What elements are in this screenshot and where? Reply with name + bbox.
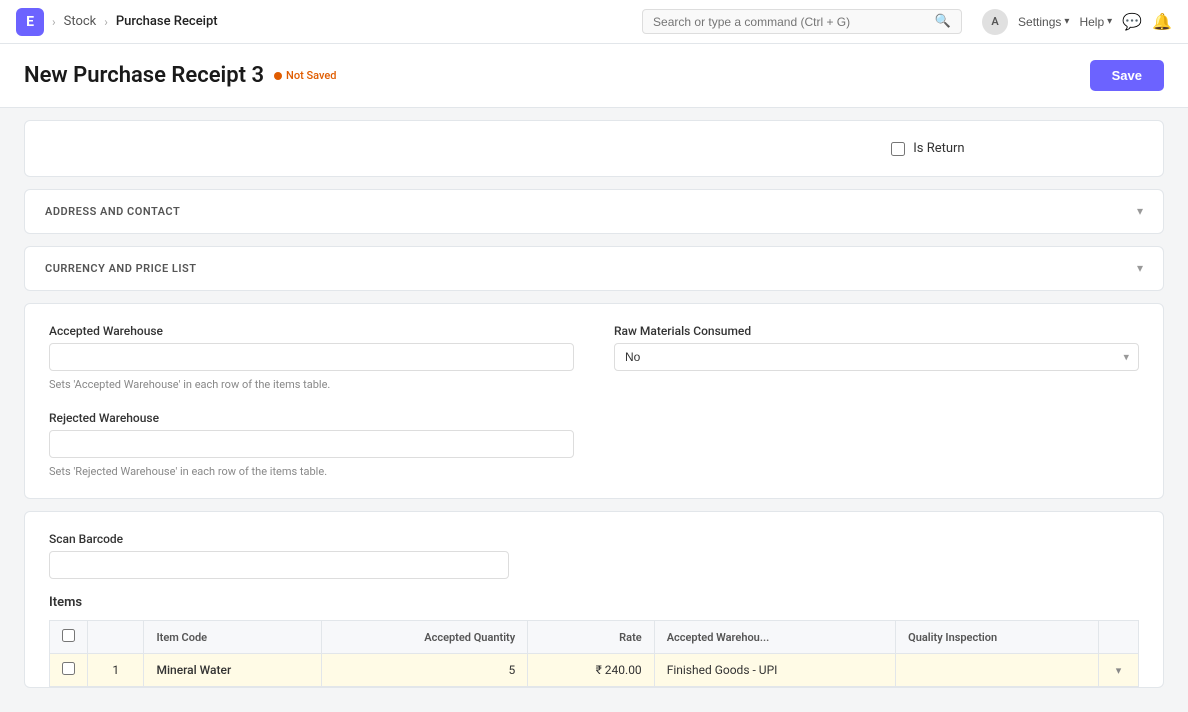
scan-barcode-label: Scan Barcode: [49, 532, 1139, 546]
bell-icon[interactable]: 🔔: [1152, 12, 1172, 32]
raw-materials-field: Raw Materials Consumed No Yes ▾: [614, 324, 1139, 371]
accepted-warehouse-input[interactable]: [49, 343, 574, 371]
rejected-warehouse-label: Rejected Warehouse: [49, 411, 574, 425]
search-input[interactable]: [653, 15, 929, 29]
search-icon: 🔍: [935, 14, 951, 29]
topbar-right: A Settings ▾ Help ▾ 💬 🔔: [982, 9, 1172, 35]
not-saved-dot: [274, 72, 282, 80]
app-logo: E: [16, 8, 44, 36]
chat-icon[interactable]: 💬: [1122, 12, 1142, 32]
currency-price-title: CURRENCY AND PRICE LIST: [45, 262, 197, 275]
scan-barcode-input[interactable]: [49, 551, 509, 579]
col-header-actions: [1099, 621, 1139, 654]
table-row: 1 Mineral Water 5 ₹ 240.00 Finished Good…: [50, 654, 1139, 687]
row-checkbox-cell: [50, 654, 88, 687]
raw-materials-label: Raw Materials Consumed: [614, 324, 1139, 338]
col-header-accepted-warehouse: Accepted Warehou...: [654, 621, 895, 654]
warehouse-section: Accepted Warehouse Sets 'Accepted Wareho…: [24, 303, 1164, 499]
breadcrumb-chevron-1: ›: [52, 15, 56, 29]
is-return-label: Is Return: [913, 141, 964, 156]
rejected-warehouse-field: Rejected Warehouse Sets 'Rejected Wareho…: [49, 411, 574, 478]
search-bar[interactable]: 🔍: [642, 9, 962, 34]
address-contact-chevron: ▾: [1137, 204, 1143, 218]
items-section: Scan Barcode Items Item Code Accepted Qu…: [24, 511, 1164, 688]
currency-price-header[interactable]: CURRENCY AND PRICE LIST ▾: [25, 247, 1163, 290]
currency-price-chevron: ▾: [1137, 261, 1143, 275]
main-content: Is Return ADDRESS AND CONTACT ▾ CURRENCY…: [0, 120, 1188, 712]
page-header: New Purchase Receipt 3 Not Saved Save: [0, 44, 1188, 108]
currency-price-section: CURRENCY AND PRICE LIST ▾: [24, 246, 1164, 291]
accepted-warehouse-field: Accepted Warehouse Sets 'Accepted Wareho…: [49, 324, 574, 391]
raw-materials-select[interactable]: No Yes: [614, 343, 1139, 371]
rejected-warehouse-hint: Sets 'Rejected Warehouse' in each row of…: [49, 465, 574, 478]
row-1-checkbox[interactable]: [62, 662, 75, 675]
row-dropdown-icon: ▾: [1116, 664, 1122, 677]
save-button[interactable]: Save: [1090, 60, 1164, 91]
breadcrumb-stock[interactable]: Stock: [64, 14, 97, 29]
items-table: Item Code Accepted Quantity Rate Accepte…: [49, 620, 1139, 687]
col-header-rate: Rate: [528, 621, 654, 654]
address-contact-header[interactable]: ADDRESS AND CONTACT ▾: [25, 190, 1163, 233]
breadcrumb-purchase-receipt[interactable]: Purchase Receipt: [116, 14, 218, 29]
select-all-checkbox[interactable]: [62, 629, 75, 642]
address-contact-title: ADDRESS AND CONTACT: [45, 205, 180, 218]
row-1-rate: ₹ 240.00: [528, 654, 654, 687]
col-header-checkbox: [50, 621, 88, 654]
scan-barcode-group: Scan Barcode: [49, 532, 1139, 579]
row-1-item-code[interactable]: Mineral Water: [144, 654, 321, 687]
row-1-actions[interactable]: ▾: [1099, 654, 1139, 687]
help-button[interactable]: Help ▾: [1079, 15, 1112, 29]
col-header-quality-inspection: Quality Inspection: [896, 621, 1099, 654]
rejected-warehouse-input[interactable]: [49, 430, 574, 458]
accepted-warehouse-hint: Sets 'Accepted Warehouse' in each row of…: [49, 378, 574, 391]
row-1-warehouse: Finished Goods - UPI: [654, 654, 895, 687]
col-header-item-code: Item Code: [144, 621, 321, 654]
breadcrumb-chevron-2: ›: [104, 15, 108, 29]
items-table-label: Items: [49, 595, 1139, 610]
warehouse-grid: Accepted Warehouse Sets 'Accepted Wareho…: [49, 324, 1139, 478]
accepted-warehouse-label: Accepted Warehouse: [49, 324, 574, 338]
table-header-row: Item Code Accepted Quantity Rate Accepte…: [50, 621, 1139, 654]
page-title: New Purchase Receipt 3 Not Saved: [24, 63, 336, 88]
topbar: E › Stock › Purchase Receipt 🔍 A Setting…: [0, 0, 1188, 44]
address-contact-section: ADDRESS AND CONTACT ▾: [24, 189, 1164, 234]
not-saved-badge: Not Saved: [274, 69, 336, 82]
settings-button[interactable]: Settings ▾: [1018, 15, 1069, 29]
empty-col: [614, 411, 1139, 478]
is-return-field: Is Return: [891, 141, 964, 156]
avatar: A: [982, 9, 1008, 35]
rejected-warehouse-group: Rejected Warehouse Sets 'Rejected Wareho…: [49, 411, 574, 478]
accepted-warehouse-group: Accepted Warehouse Sets 'Accepted Wareho…: [49, 324, 574, 391]
row-1-number: 1: [88, 654, 144, 687]
col-header-accepted-qty: Accepted Quantity: [321, 621, 527, 654]
col-header-no: [88, 621, 144, 654]
raw-materials-group: Raw Materials Consumed No Yes ▾: [614, 324, 1139, 391]
row-1-quality: [896, 654, 1099, 687]
is-return-checkbox[interactable]: [891, 142, 905, 156]
is-return-section: Is Return: [24, 120, 1164, 177]
raw-materials-select-wrapper: No Yes ▾: [614, 343, 1139, 371]
row-1-accepted-qty: 5: [321, 654, 527, 687]
